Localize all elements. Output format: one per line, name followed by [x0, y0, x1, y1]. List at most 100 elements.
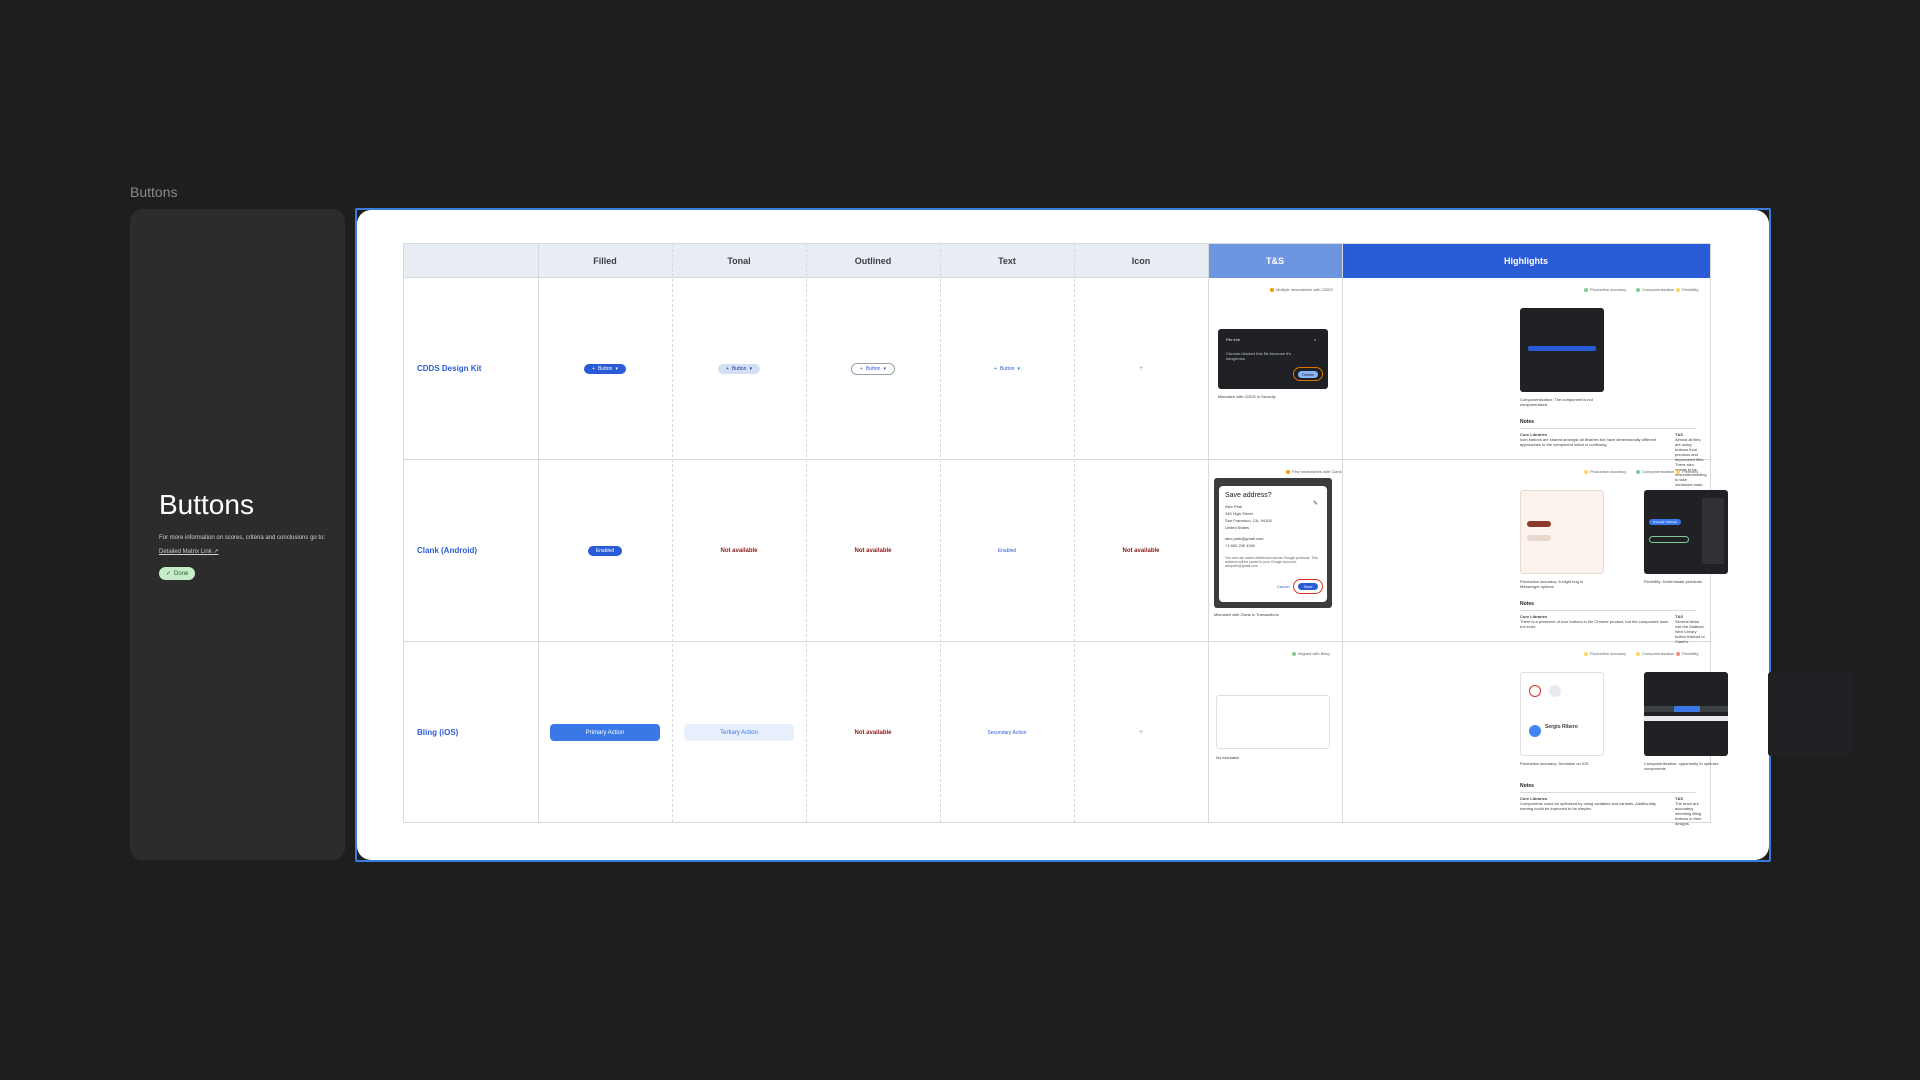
- hl-screenshot-3: [1768, 672, 1852, 756]
- notes-heading: Notes: [1520, 601, 1534, 607]
- header-highlights: Highlights: [1342, 244, 1710, 278]
- side-panel: Buttons For more information on scores, …: [130, 209, 345, 860]
- header-outlined: Outlined: [854, 256, 892, 266]
- hl-tag-componentization: Componentization: [1636, 287, 1674, 292]
- tag-dot-icon: [1584, 651, 1588, 656]
- cell-icon: +: [1074, 642, 1208, 823]
- cell-outlined: Not available: [806, 642, 940, 823]
- hl-tag-text: Production accuracy: [1590, 469, 1627, 474]
- row-label-cdds[interactable]: CDDS Design Kit: [417, 364, 481, 373]
- notes-divider: [1520, 610, 1696, 611]
- filled-button-sample[interactable]: Enabled: [587, 545, 623, 556]
- dialog-line: 345 High Street: [1225, 511, 1253, 516]
- text-button-sample[interactable]: Secondary Action: [988, 730, 1027, 736]
- icon-button-sample[interactable]: +: [1139, 729, 1143, 736]
- hl-caption: Flexibility: Determinate problems: [1644, 579, 1703, 584]
- header-icon: Icon: [1131, 256, 1151, 266]
- hl-tag-text: Production accuracy: [1590, 651, 1627, 656]
- not-available-label: Not available: [1122, 547, 1160, 554]
- chevron-down-icon: ▾: [615, 365, 618, 372]
- cell-filled: Enabled: [538, 460, 672, 641]
- cell-tonal: Not available: [672, 460, 806, 641]
- tag-dot-icon: [1286, 469, 1290, 474]
- tag-dot-icon: [1292, 651, 1296, 656]
- text-button-sample[interactable]: Enabled: [998, 548, 1016, 554]
- cell-tonal: + Button ▾: [672, 278, 806, 459]
- hl-tag-text: Componentization: [1642, 469, 1675, 474]
- edit-icon: ✎: [1313, 501, 1319, 507]
- hl-tag-accuracy: Production accuracy: [1584, 469, 1626, 474]
- hl-tag-accuracy: Production accuracy: [1584, 287, 1626, 292]
- ts-tag: Multiple mismatches with CDDS: [1270, 287, 1333, 292]
- row-label-clank[interactable]: Clank (Android): [417, 546, 477, 555]
- close-icon: ×: [1314, 337, 1317, 342]
- status-badge: ✓ Done: [159, 567, 196, 580]
- hl-thumb-menu: [1702, 498, 1724, 564]
- table-header-row: Filled Tonal Outlined Text Icon T&S High…: [404, 244, 1710, 278]
- hl-thumb-bar: [1644, 716, 1728, 721]
- filled-button-sample[interactable]: + Button ▾: [584, 363, 626, 374]
- plus-icon: +: [860, 365, 863, 372]
- matrix-canvas[interactable]: Filled Tonal Outlined Text Icon T&S High…: [357, 210, 1852, 860]
- cell-icon: Not available: [1074, 460, 1208, 641]
- tag-dot-icon: [1584, 469, 1588, 474]
- plus-icon: +: [994, 365, 997, 372]
- dialog-line: alex.park@gmail.com: [1225, 536, 1264, 541]
- chevron-down-icon: ▾: [883, 365, 886, 372]
- hl-screenshot-2: Proceed / Refresh: [1644, 490, 1728, 574]
- hl-tag-text: Componentization: [1642, 651, 1675, 656]
- not-available-label: Not available: [720, 547, 758, 554]
- dialog-title: Save address?: [1225, 492, 1272, 499]
- hl-tag-text: Flexibility: [1682, 287, 1699, 292]
- ts-dialog-title: File.exe: [1226, 337, 1241, 342]
- hl-thumb-outlined: [1649, 536, 1689, 543]
- header-filled: Filled: [593, 256, 617, 266]
- tonal-button-sample[interactable]: + Button ▾: [718, 363, 760, 374]
- hl-thumb-circle: [1549, 685, 1561, 697]
- outlined-button-sample[interactable]: + Button ▾: [851, 362, 895, 375]
- avatar: [1529, 725, 1541, 737]
- header-text: Text: [998, 256, 1016, 266]
- notes-heading: Notes: [1520, 783, 1534, 789]
- hl-thumb-ring: [1529, 685, 1541, 697]
- cell-outlined: Not available: [806, 460, 940, 641]
- hl-tag-flexibility: Flexibility: [1676, 651, 1698, 656]
- row-label-bling[interactable]: Bling (iOS): [417, 728, 458, 737]
- tag-dot-icon: [1270, 287, 1274, 292]
- button-label: Button: [865, 365, 881, 372]
- save-address-dialog: Save address? ✎ Alex Park 345 High Stree…: [1219, 486, 1327, 602]
- dialog-line: United States: [1225, 525, 1250, 530]
- not-available-label: Not available: [854, 729, 892, 736]
- hl-screenshot-1: Sergio Ribero: [1520, 672, 1604, 756]
- frame-label[interactable]: Buttons: [130, 184, 177, 200]
- button-label: Button: [999, 365, 1015, 372]
- button-label: Button: [597, 365, 613, 372]
- comparison-table: Filled Tonal Outlined Text Icon T&S High…: [403, 243, 1852, 826]
- hl-screenshot: [1520, 308, 1604, 392]
- icon-button-sample[interactable]: +: [1139, 365, 1143, 372]
- cell-text: + Button ▾: [940, 278, 1074, 459]
- ts-screenshot: File.exe × Chrome blocked this file beca…: [1218, 329, 1328, 389]
- ts-caption: No mismatch: [1216, 755, 1240, 760]
- tag-dot-icon: [1584, 287, 1588, 292]
- cell-filled: Primary Action: [538, 642, 672, 823]
- hl-tag-text: Flexibility: [1682, 469, 1699, 474]
- hl-thumb-button: [1527, 535, 1551, 541]
- hl-tag-flexibility: Flexibility: [1676, 287, 1698, 292]
- side-title: Buttons: [159, 489, 254, 520]
- filled-button-sample[interactable]: Primary Action: [550, 724, 660, 741]
- tonal-button-sample[interactable]: Tertiary Action: [684, 724, 794, 741]
- hl-thumb-button: [1527, 521, 1551, 527]
- detailed-matrix-link[interactable]: Detailed Matrix Link ↗: [159, 548, 218, 555]
- tag-dot-icon: [1676, 287, 1680, 292]
- notes-right-text: The team are accurately inheriting Bling…: [1675, 801, 1702, 826]
- notes-divider: [1520, 428, 1696, 429]
- hl-thumb-bar: [1674, 706, 1700, 712]
- ts-dialog-button: Delete: [1298, 370, 1318, 378]
- hl-tag-componentization: Componentization: [1636, 469, 1674, 474]
- table-row: Bling (iOS) Primary Action Tertiary Acti…: [404, 642, 1852, 826]
- chevron-down-icon: ▾: [749, 365, 752, 372]
- notes-right-text: Several items use the Material Next Libr…: [1675, 619, 1705, 644]
- chevron-down-icon: ▾: [1017, 365, 1020, 372]
- text-button-sample[interactable]: + Button ▾: [986, 364, 1028, 374]
